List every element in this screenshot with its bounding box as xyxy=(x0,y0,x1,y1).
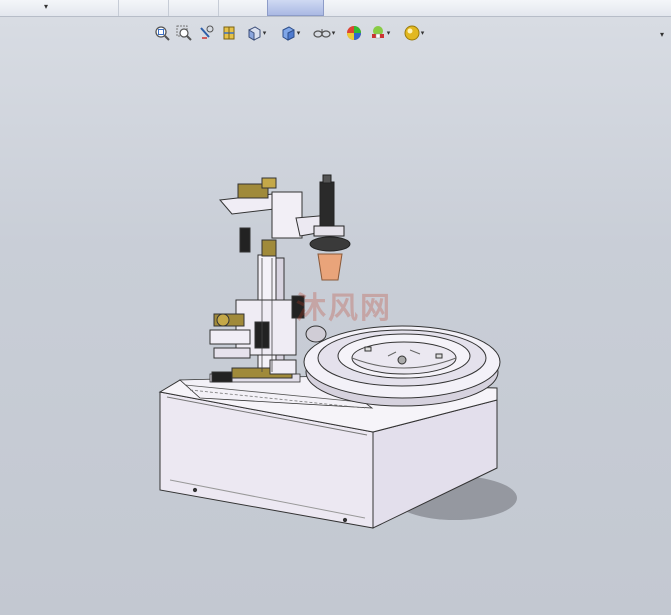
hide-show-items-button[interactable]: ▾ xyxy=(310,22,338,44)
dropdown-arrow-icon[interactable]: ▾ xyxy=(44,2,48,11)
previous-view-icon xyxy=(200,25,214,39)
view-settings-button[interactable]: ▾ xyxy=(400,22,428,44)
zoom-to-fit-icon xyxy=(155,26,170,41)
heads-up-view-toolbar: ▾ ▾ ▾ ▾ ▾ xyxy=(150,22,440,46)
section-view-button[interactable] xyxy=(220,22,240,44)
toolbar-divider xyxy=(168,0,169,16)
edit-appearance-icon xyxy=(347,26,361,40)
edit-appearance-button[interactable] xyxy=(344,22,364,44)
dropdown-arrow-icon[interactable]: ▾ xyxy=(660,30,664,39)
apply-scene-icon xyxy=(371,26,384,39)
dropdown-arrow-icon: ▾ xyxy=(420,29,425,37)
previous-view-button[interactable] xyxy=(196,22,216,44)
hide-show-items-icon xyxy=(313,29,331,38)
display-style-icon xyxy=(282,26,295,41)
zoom-to-area-button[interactable] xyxy=(174,22,194,44)
toolbar-divider xyxy=(118,0,119,16)
command-manager-strip: ▾ xyxy=(0,0,671,17)
dropdown-arrow-icon: ▾ xyxy=(331,29,336,37)
zoom-to-fit-button[interactable] xyxy=(152,22,172,44)
display-style-button[interactable]: ▾ xyxy=(276,22,304,44)
toolbar-divider xyxy=(218,0,219,16)
view-orientation-button[interactable]: ▾ xyxy=(242,22,270,44)
view-orientation-icon xyxy=(248,26,261,41)
vibratory-bowl-feeder xyxy=(303,325,501,407)
dropdown-arrow-icon: ▾ xyxy=(386,29,391,37)
zoom-to-area-icon xyxy=(176,25,192,41)
dropdown-arrow-icon: ▾ xyxy=(262,29,267,37)
dropdown-arrow-icon: ▾ xyxy=(296,29,301,37)
section-view-icon xyxy=(223,26,235,40)
apply-scene-button[interactable]: ▾ xyxy=(366,22,394,44)
tool-head xyxy=(309,174,351,281)
watermark-text: 沐风网 xyxy=(296,291,392,326)
graphics-area[interactable] xyxy=(0,50,671,615)
view-settings-icon xyxy=(404,25,420,41)
active-command-tab[interactable] xyxy=(267,0,324,16)
